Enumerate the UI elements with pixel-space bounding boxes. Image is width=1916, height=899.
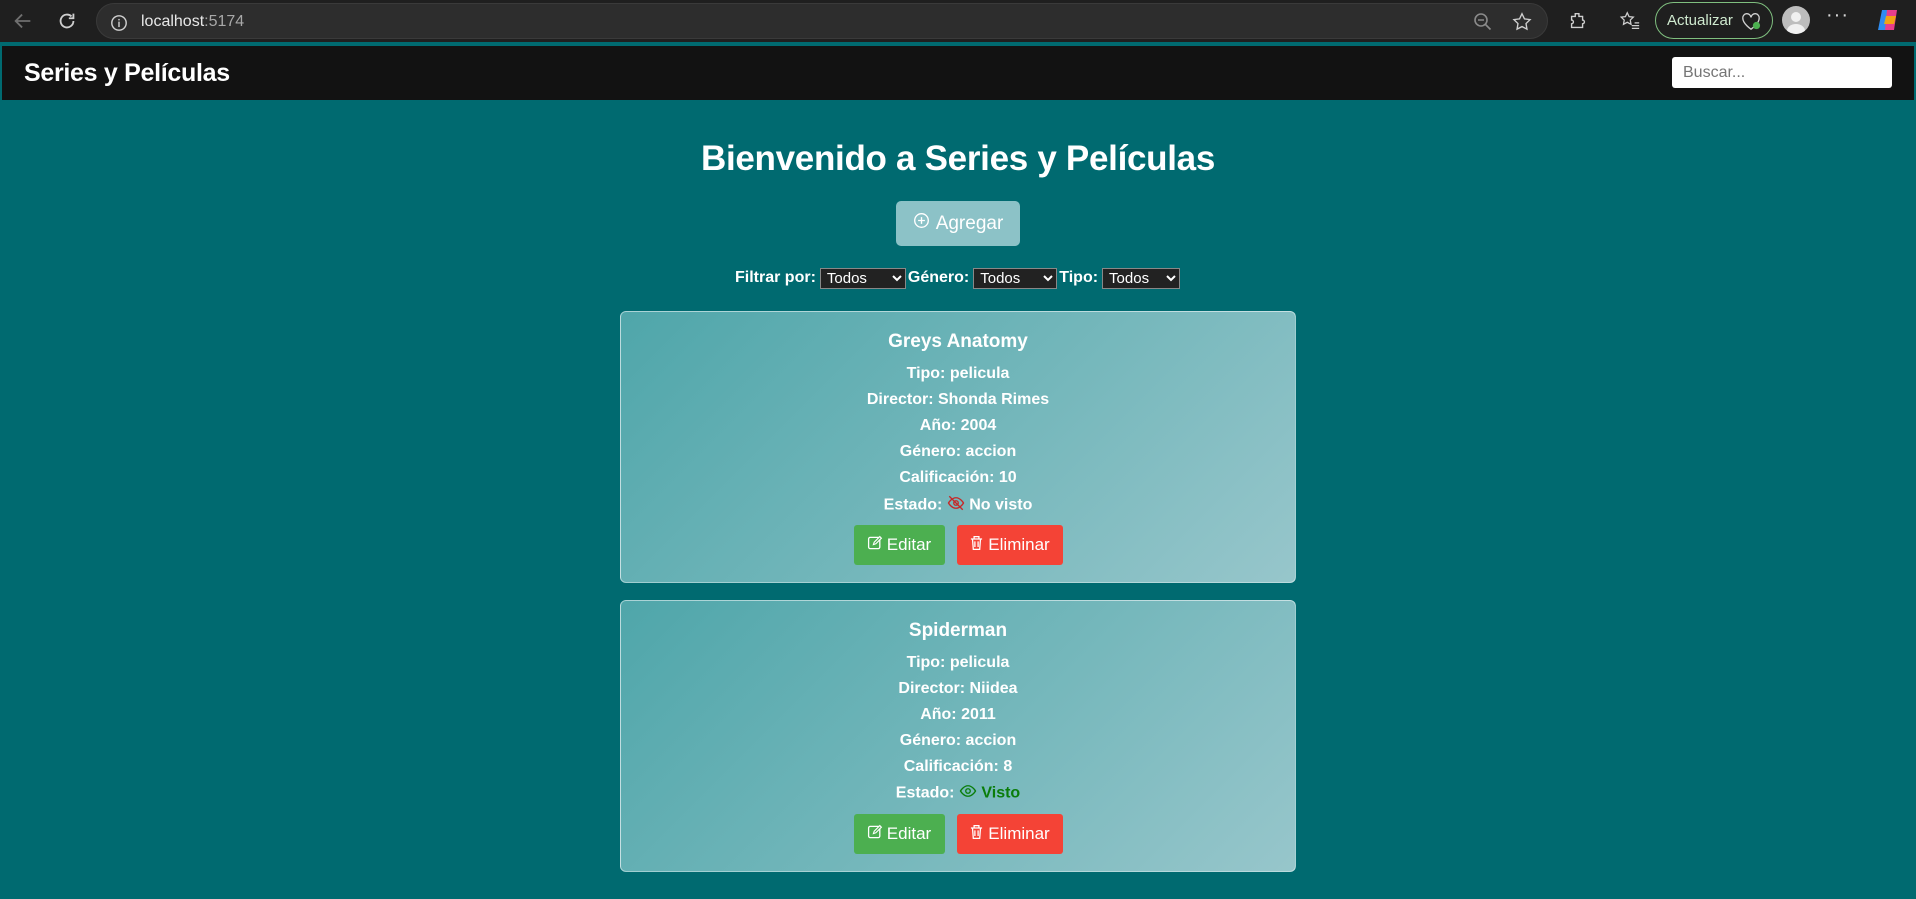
card-tipo: Tipo: pelicula: [906, 365, 1010, 382]
edit-button[interactable]: Editar: [853, 814, 945, 854]
card-actions: Editar Eliminar: [621, 525, 1295, 565]
copilot-icon[interactable]: [1874, 6, 1904, 36]
card-anio: Año: 2011: [920, 706, 996, 723]
page-title: Bienvenido a Series y Películas: [700, 139, 1215, 178]
back-icon[interactable]: [6, 4, 40, 38]
add-button[interactable]: Agregar: [896, 201, 1020, 246]
estado-value: Visto: [981, 784, 1021, 802]
type-label: Tipo:: [1059, 269, 1099, 286]
card-actions: Editar Eliminar: [621, 814, 1295, 854]
zoom-out-icon[interactable]: [1473, 12, 1493, 37]
address-bar[interactable]: localhost:5174: [96, 3, 1548, 39]
edit-button[interactable]: Editar: [853, 525, 945, 565]
url-text: localhost:5174: [141, 13, 245, 30]
delete-button[interactable]: Eliminar: [956, 814, 1063, 854]
card-calificacion: Calificación: 8: [903, 758, 1013, 775]
main-content: Bienvenido a Series y Películas Agregar …: [2, 100, 1914, 899]
card-director: Director: Niidea: [898, 680, 1018, 697]
eye-off-icon: [947, 495, 965, 516]
genre-label: Género:: [907, 269, 970, 286]
more-options-icon[interactable]: ···: [1826, 4, 1849, 27]
update-button[interactable]: Actualizar: [1655, 2, 1773, 39]
media-card: Greys Anatomy Tipo: pelicula Director: S…: [620, 311, 1296, 583]
delete-label: Eliminar: [988, 535, 1050, 554]
estado-value: No visto: [969, 496, 1033, 514]
type-select[interactable]: Todos: [1102, 267, 1181, 289]
info-icon[interactable]: [110, 14, 128, 37]
add-label: Agregar: [935, 212, 1004, 234]
card-tipo: Tipo: pelicula: [906, 654, 1010, 671]
trash-icon: [969, 535, 984, 556]
media-card: Spiderman Tipo: pelicula Director: Niide…: [620, 600, 1296, 872]
card-title: Greys Anatomy: [888, 331, 1028, 352]
card-title: Spiderman: [908, 620, 1008, 641]
card-genero: Género: accion: [899, 443, 1017, 460]
estado-label: Estado:: [895, 784, 955, 802]
update-label: Actualizar: [1667, 12, 1733, 29]
card-genero: Género: accion: [899, 732, 1017, 749]
edit-icon: [867, 824, 883, 845]
app-header: Series y Películas: [2, 46, 1914, 100]
delete-label: Eliminar: [988, 824, 1050, 843]
card-anio: Año: 2004: [919, 417, 997, 434]
favorites-icon[interactable]: [1613, 4, 1647, 38]
extensions-icon[interactable]: [1561, 4, 1595, 38]
delete-button[interactable]: Eliminar: [956, 525, 1063, 565]
app-title: Series y Películas: [24, 59, 230, 87]
card-director: Director: Shonda Rimes: [866, 391, 1050, 408]
edit-label: Editar: [886, 824, 932, 843]
card-estado: Estado: Visto: [621, 784, 1295, 803]
profile-avatar-icon[interactable]: [1782, 6, 1810, 34]
edit-icon: [867, 535, 883, 556]
estado-label: Estado:: [883, 496, 943, 514]
plus-circle-icon: [913, 212, 930, 235]
reload-icon[interactable]: [50, 4, 84, 38]
heart-pulse-icon: [1740, 11, 1762, 35]
favorite-star-icon[interactable]: [1511, 11, 1533, 38]
filter-label: Filtrar por:: [735, 269, 816, 286]
filters-bar: Filtrar por: Todos Género: Todos Tipo: T…: [735, 267, 1182, 289]
filter-select[interactable]: Todos: [819, 267, 906, 289]
genre-select[interactable]: Todos: [973, 267, 1058, 289]
browser-toolbar: localhost:5174 Actualizar ···: [0, 0, 1916, 42]
trash-icon: [969, 824, 984, 845]
card-estado: Estado: No visto: [621, 495, 1295, 516]
card-calificacion: Calificación: 10: [899, 469, 1017, 486]
search-input[interactable]: [1672, 57, 1892, 88]
eye-icon: [959, 784, 977, 803]
edit-label: Editar: [886, 535, 932, 554]
